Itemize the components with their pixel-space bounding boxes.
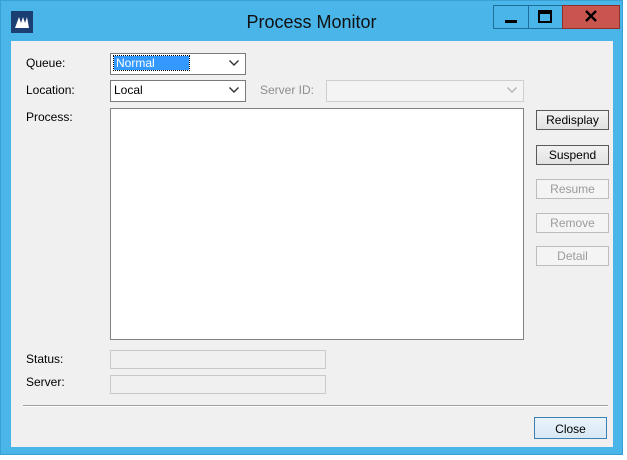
server-id-dropdown[interactable] [326, 80, 524, 102]
chevron-down-icon [507, 87, 517, 93]
maximize-icon [538, 10, 552, 23]
chevron-down-icon [229, 87, 239, 93]
chevron-down-icon [229, 60, 239, 66]
remove-button[interactable]: Remove [536, 213, 609, 233]
queue-dropdown[interactable]: Normal [110, 53, 246, 75]
minimize-button[interactable] [493, 5, 529, 29]
title-bar[interactable]: Process Monitor [1, 1, 622, 41]
location-label: Location: [26, 83, 75, 97]
status-label: Status: [26, 352, 64, 366]
resume-button[interactable]: Resume [536, 179, 609, 199]
process-list[interactable] [110, 108, 524, 340]
server-label: Server: [26, 375, 65, 389]
process-label: Process: [26, 110, 73, 124]
close-icon [585, 10, 597, 22]
server-id-label: Server ID: [260, 83, 315, 97]
location-selected-value: Local [114, 83, 143, 97]
close-window-button[interactable] [562, 5, 620, 29]
queue-selected-value: Normal [113, 55, 190, 71]
queue-label: Queue: [26, 56, 66, 70]
process-monitor-window: Process Monitor Queue: Normal Location: … [0, 0, 623, 455]
server-field [110, 375, 326, 394]
minimize-icon [505, 20, 517, 23]
redisplay-button[interactable]: Redisplay [536, 110, 609, 130]
maximize-button[interactable] [528, 5, 563, 29]
close-button[interactable]: Close [534, 417, 607, 439]
location-dropdown[interactable]: Local [110, 80, 246, 102]
divider [23, 405, 608, 407]
status-field [110, 350, 326, 369]
detail-button[interactable]: Detail [536, 246, 609, 266]
suspend-button[interactable]: Suspend [536, 145, 609, 165]
dialog-client-area: Queue: Normal Location: Local Server ID:… [11, 41, 613, 447]
